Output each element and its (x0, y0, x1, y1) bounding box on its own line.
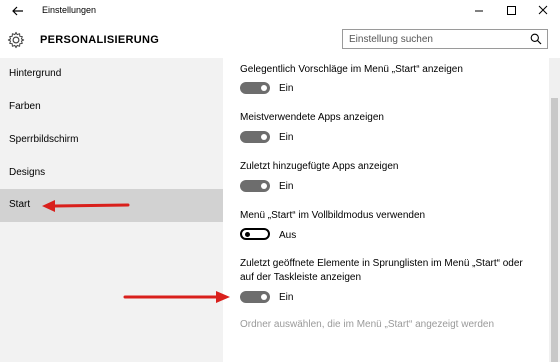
toggle-state: Aus (279, 230, 297, 241)
toggle-suggestions[interactable] (240, 82, 270, 94)
option-label-jumplists-line1: Zuletzt geöffnete Elemente in Sprunglist… (240, 258, 523, 269)
option-label-fullscreen: Menü „Start“ im Vollbildmodus verwenden (240, 210, 426, 221)
annotation-arrow-left-icon (42, 200, 130, 212)
toggle-state: Ein (279, 132, 294, 143)
toggle-knob (245, 232, 250, 237)
annotation-arrow-right-icon (123, 291, 230, 303)
toggle-knob (261, 183, 267, 189)
toggle-knob (261, 134, 267, 140)
option-label-jumplists-line2: auf der Taskleiste anzeigen (240, 272, 362, 283)
scrollbar-thumb[interactable] (551, 98, 558, 362)
toggle-knob (261, 294, 267, 300)
toggle-most-used[interactable] (240, 131, 270, 143)
close-icon[interactable] (528, 0, 558, 22)
toggle-state: Ein (279, 83, 294, 94)
sidebar-item-label: Hintergrund (9, 68, 62, 79)
toggle-state: Ein (279, 292, 294, 303)
maximize-icon[interactable] (496, 0, 526, 22)
sidebar-item-sperrbildschirm[interactable]: Sperrbildschirm (0, 124, 223, 157)
option-label-most-used: Meistverwendete Apps anzeigen (240, 112, 384, 123)
minimize-icon[interactable] (464, 0, 494, 22)
gear-icon (7, 31, 25, 49)
toggle-knob (261, 85, 267, 91)
sidebar-item-farben[interactable]: Farben (0, 91, 223, 124)
search-box[interactable] (342, 29, 548, 49)
title-bar: Einstellungen (0, 0, 560, 22)
search-icon[interactable] (530, 33, 542, 45)
toggle-fullscreen[interactable] (240, 228, 270, 240)
sidebar-item-designs[interactable]: Designs (0, 157, 223, 190)
sidebar-item-hintergrund[interactable]: Hintergrund (0, 58, 223, 91)
toggle-recently-added[interactable] (240, 180, 270, 192)
toggle-jumplists[interactable] (240, 291, 270, 303)
sidebar-item-label: Sperrbildschirm (9, 134, 79, 145)
sidebar-item-label: Start (9, 199, 31, 210)
window-title: Einstellungen (42, 5, 97, 15)
toggle-state: Ein (279, 181, 294, 192)
option-label-recently-added: Zuletzt hinzugefügte Apps anzeigen (240, 161, 399, 172)
choose-folders-link[interactable]: Ordner auswählen, die im Menü „Start“ an… (240, 319, 494, 330)
sidebar-item-label: Farben (9, 101, 41, 112)
sidebar-item-label: Designs (9, 167, 46, 178)
scrollbar[interactable] (549, 58, 560, 362)
page-title: PERSONALISIERUNG (40, 34, 160, 46)
option-label-suggestions: Gelegentlich Vorschläge im Menü „Start“ … (240, 64, 463, 75)
back-arrow-icon[interactable] (10, 3, 26, 19)
search-input[interactable] (349, 32, 524, 46)
